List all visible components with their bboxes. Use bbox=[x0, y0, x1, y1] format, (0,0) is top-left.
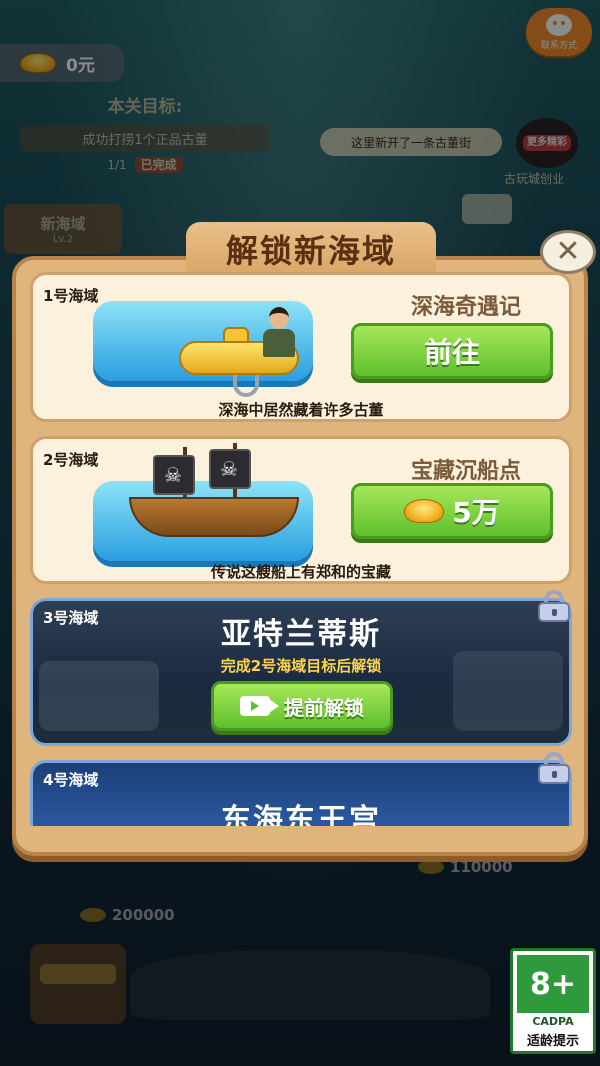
lock-icon bbox=[536, 590, 572, 622]
video-icon bbox=[240, 696, 279, 716]
area-card-4: 4号海域 东海东王宫 bbox=[30, 760, 572, 826]
water-block bbox=[93, 301, 313, 397]
go-button[interactable]: 前往 bbox=[351, 323, 553, 379]
early-unlock-button[interactable]: 提前解锁 bbox=[211, 681, 393, 731]
age-grade: 8+ bbox=[529, 966, 576, 1002]
area-card-2: 2号海域 宝藏沉船点 5万 传说这艘船上有郑和的宝藏 bbox=[30, 436, 572, 584]
area-card-3: 3号海域 亚特兰蒂斯 完成2号海域目标后解锁 提前解锁 bbox=[30, 598, 572, 746]
ship-icon bbox=[129, 497, 299, 537]
area-card-1: 1号海域 深海奇遇记 前往 深海中居然藏着许多古董 bbox=[30, 272, 572, 422]
area-tag: 1号海域 bbox=[43, 287, 99, 305]
diver-character bbox=[261, 307, 295, 359]
age-org: CADPA bbox=[532, 1015, 574, 1028]
gold-ingot-icon bbox=[404, 499, 445, 523]
unlock-condition: 完成2号海域目标后解锁 bbox=[220, 657, 382, 675]
close-button[interactable]: ✕ bbox=[540, 230, 596, 274]
early-unlock-label: 提前解锁 bbox=[284, 695, 364, 720]
area-title: 宝藏沉船点 bbox=[410, 459, 521, 484]
lock-icon bbox=[536, 752, 572, 784]
age-grade-box: 8+ bbox=[517, 955, 589, 1013]
age-hint: 适龄提示 bbox=[526, 1034, 579, 1049]
age-rating-badge: 8+ CADPA 适龄提示 bbox=[510, 948, 596, 1054]
pirate-sail bbox=[209, 449, 251, 489]
modal-title: 解锁新海域 bbox=[225, 232, 396, 270]
area-tag: 2号海域 bbox=[43, 451, 99, 469]
buy-area-button[interactable]: 5万 bbox=[351, 483, 553, 539]
area-title: 亚特兰蒂斯 bbox=[221, 617, 381, 652]
area-tag: 4号海域 bbox=[43, 771, 99, 789]
go-button-label: 前往 bbox=[423, 336, 480, 369]
buy-area-price: 5万 bbox=[452, 496, 500, 529]
pirate-sail bbox=[153, 455, 195, 495]
area-desc: 深海中居然藏着许多古董 bbox=[218, 401, 384, 419]
area-desc: 传说这艘船上有郑和的宝藏 bbox=[210, 563, 391, 581]
area-title: 东海东王宫 bbox=[221, 803, 381, 826]
claw-icon bbox=[233, 375, 259, 397]
area-title: 深海奇遇记 bbox=[410, 295, 521, 320]
